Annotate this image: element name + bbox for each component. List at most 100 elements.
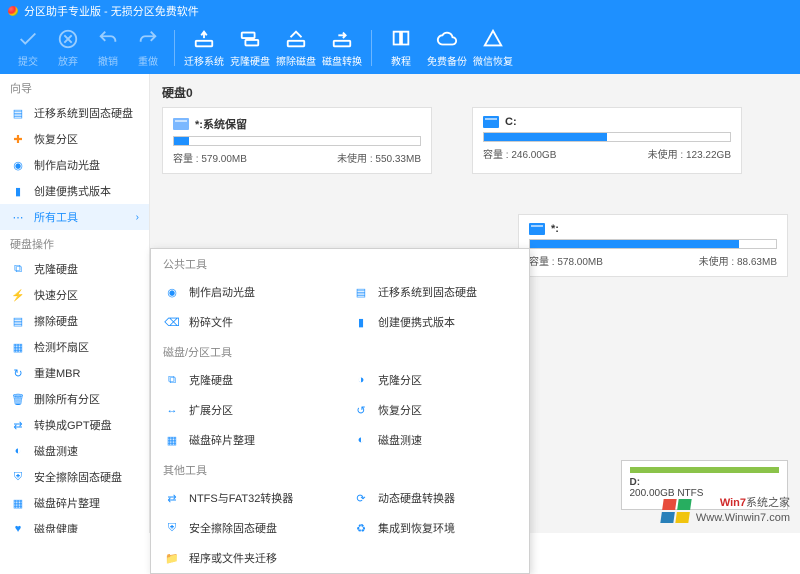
sidebar-item-portable[interactable]: ▮创建便携式版本 (0, 178, 149, 204)
drive-icon (529, 223, 545, 235)
scan-icon: ▦ (10, 339, 26, 355)
clone-button[interactable]: 克隆硬盘 (227, 24, 273, 72)
redo-button[interactable]: 重做 (128, 24, 168, 72)
toolbar: 提交 放弃 撤销 重做 迁移系统 克隆硬盘 擦除磁盘 磁盘转换 教程 免费备份 … (0, 22, 800, 74)
disc-icon: ◉ (10, 157, 26, 173)
sidebar-item-migrate-ssd[interactable]: ▤迁移系统到固态硬盘 (0, 100, 149, 126)
sidebar-item-health[interactable]: ♥磁盘健康 (0, 516, 149, 533)
window-title: 分区助手专业版 - 无损分区免费软件 (24, 3, 199, 19)
extend-icon: ↔ (163, 401, 181, 419)
wechat-button[interactable]: 微信恢复 (470, 24, 516, 72)
discard-button[interactable]: 放弃 (48, 24, 88, 72)
drive-icon (173, 118, 189, 130)
sidebar-item-all-tools[interactable]: ⋯所有工具› (0, 204, 149, 230)
wipe-icon (285, 28, 307, 50)
partition-card[interactable]: *:系统保留 容量 : 579.00MB未使用 : 550.33MB (162, 107, 432, 174)
flyout-section-head: 磁盘/分区工具 (151, 337, 529, 365)
convert-button[interactable]: 磁盘转换 (319, 24, 365, 72)
tutorial-button[interactable]: 教程 (378, 24, 424, 72)
undo-button[interactable]: 撤销 (88, 24, 128, 72)
folder-move-icon: 📁 (163, 549, 181, 567)
defrag-icon: ▦ (163, 431, 181, 449)
recovery-icon: ♻ (352, 519, 370, 537)
tool-defrag[interactable]: ▦磁盘碎片整理 (151, 425, 340, 455)
sidebar-item-wipe-disk[interactable]: ▤擦除硬盘 (0, 308, 149, 334)
swap-icon: ⇄ (10, 417, 26, 433)
tool-secure-erase[interactable]: ⛨安全擦除固态硬盘 (151, 513, 340, 543)
tool-make-boot-disc[interactable]: ◉制作启动光盘 (151, 277, 340, 307)
check-icon (17, 28, 39, 50)
sidebar-item-clone-disk[interactable]: ⧉克隆硬盘 (0, 256, 149, 282)
x-circle-icon (57, 28, 79, 50)
sidebar-item-delete-all[interactable]: 🗑删除所有分区 (0, 386, 149, 412)
tool-extend-partition[interactable]: ↔扩展分区 (151, 395, 340, 425)
book-icon (390, 28, 412, 50)
commit-button[interactable]: 提交 (8, 24, 48, 72)
sidebar-item-make-boot-disc[interactable]: ◉制作启动光盘 (0, 152, 149, 178)
all-tools-flyout: 公共工具 ◉制作启动光盘 ▤迁移系统到固态硬盘 ⌫粉碎文件 ▮创建便携式版本 磁… (150, 248, 530, 574)
defrag-icon: ▦ (10, 495, 26, 511)
recover-icon: ✚ (10, 131, 26, 147)
sidebar-item-bad-sector[interactable]: ▦检测坏扇区 (0, 334, 149, 360)
disc-icon: ◉ (163, 283, 181, 301)
usage-bar (483, 132, 731, 142)
sidebar-item-convert-gpt[interactable]: ⇄转换成GPT硬盘 (0, 412, 149, 438)
eraser-icon: ▤ (10, 313, 26, 329)
clone-disk-icon: ⧉ (163, 371, 181, 389)
tool-speed-test[interactable]: ◐磁盘测速 (340, 425, 529, 455)
sidebar-item-speed-test[interactable]: ◐磁盘测速 (0, 438, 149, 464)
refresh-icon: ↻ (10, 365, 26, 381)
tool-dynamic-disk[interactable]: ⟳动态硬盘转换器 (340, 483, 529, 513)
heart-icon: ♥ (10, 521, 26, 533)
wipe-button[interactable]: 擦除磁盘 (273, 24, 319, 72)
tool-portable[interactable]: ▮创建便携式版本 (340, 307, 529, 337)
tool-migrate-ssd[interactable]: ▤迁移系统到固态硬盘 (340, 277, 529, 307)
migrate-icon (193, 28, 215, 50)
windows-flag-icon (660, 499, 691, 523)
tool-clone-partition[interactable]: ◑克隆分区 (340, 365, 529, 395)
sidebar: 向导 ▤迁移系统到固态硬盘 ✚恢复分区 ◉制作启动光盘 ▮创建便携式版本 ⋯所有… (0, 74, 150, 533)
wechat-icon (482, 28, 504, 50)
backup-button[interactable]: 免费备份 (424, 24, 470, 72)
flyout-section-head: 公共工具 (151, 249, 529, 277)
trash-icon: 🗑 (10, 391, 26, 407)
bolt-icon: ⚡ (10, 287, 26, 303)
cloud-icon (436, 28, 458, 50)
tool-clone-disk[interactable]: ⧉克隆硬盘 (151, 365, 340, 395)
partition-card[interactable]: C: 容量 : 246.00GB未使用 : 123.22GB (472, 107, 742, 174)
sidebar-item-secure-erase[interactable]: ⛨安全擦除固态硬盘 (0, 464, 149, 490)
clone-disk-icon: ⧉ (10, 261, 26, 277)
usb-icon: ▮ (10, 183, 26, 199)
grid-icon: ⋯ (10, 209, 26, 225)
recover-icon: ↺ (352, 401, 370, 419)
sidebar-item-recover-partition[interactable]: ✚恢复分区 (0, 126, 149, 152)
usage-bar (173, 136, 421, 146)
convert-icon (331, 28, 353, 50)
app-icon (8, 6, 18, 16)
shield-icon: ⛨ (163, 519, 181, 537)
tool-app-mover[interactable]: 📁程序或文件夹迁移 (151, 543, 340, 573)
sidebar-item-defrag[interactable]: ▦磁盘碎片整理 (0, 490, 149, 516)
shred-icon: ⌫ (163, 313, 181, 331)
gauge-icon: ◐ (10, 443, 26, 459)
partition-card[interactable]: *: 容量 : 578.00MB未使用 : 88.63MB (518, 214, 788, 277)
convert-icon: ⇄ (163, 489, 181, 507)
ssd-icon: ▤ (10, 105, 26, 121)
sidebar-item-quick-partition[interactable]: ⚡快速分区 (0, 282, 149, 308)
tool-recover-partition[interactable]: ↺恢复分区 (340, 395, 529, 425)
usage-bar (529, 239, 777, 249)
tool-shred-file[interactable]: ⌫粉碎文件 (151, 307, 340, 337)
tool-ntfs-fat32[interactable]: ⇄NTFS与FAT32转换器 (151, 483, 340, 513)
disk-title: 硬盘0 (162, 84, 788, 101)
undo-icon (97, 28, 119, 50)
clone-icon (239, 28, 261, 50)
shield-icon: ⛨ (10, 469, 26, 485)
sidebar-item-rebuild-mbr[interactable]: ↻重建MBR (0, 360, 149, 386)
redo-icon (137, 28, 159, 50)
wizard-heading: 向导 (0, 74, 149, 100)
usb-icon: ▮ (352, 313, 370, 331)
migrate-button[interactable]: 迁移系统 (181, 24, 227, 72)
ssd-icon: ▤ (352, 283, 370, 301)
tool-recovery-env[interactable]: ♻集成到恢复环境 (340, 513, 529, 543)
dynamic-icon: ⟳ (352, 489, 370, 507)
